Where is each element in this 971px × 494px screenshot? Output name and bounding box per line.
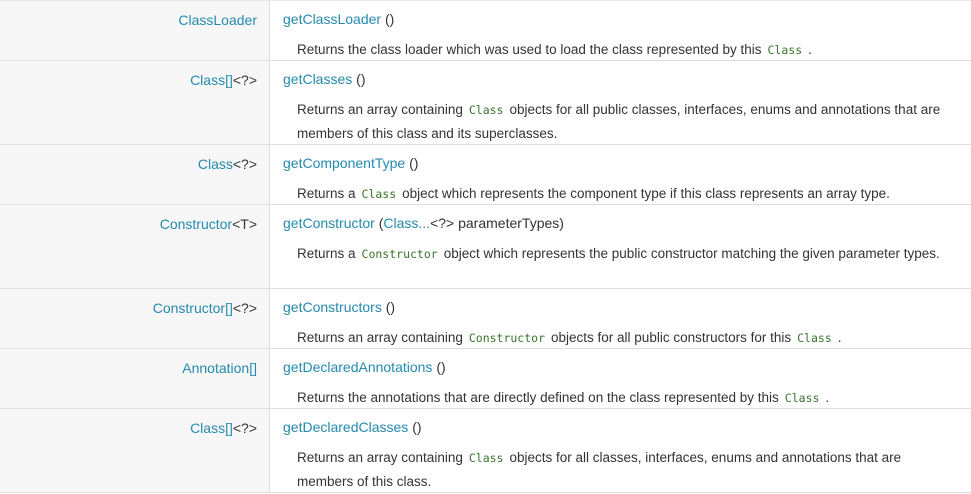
return-type-cell: Class<?> <box>0 145 270 204</box>
inline-code: Class <box>361 187 397 201</box>
method-signature: getComponentType () <box>283 155 959 171</box>
return-type-generic: <?> <box>232 72 257 88</box>
method-description: Returns an array containing Constructor ob… <box>297 326 959 350</box>
return-type-cell: Constructor<T> <box>0 205 270 288</box>
return-type-generic: <?> <box>232 156 257 172</box>
method-signature: getClasses () <box>283 71 959 87</box>
method-description: Returns a Constructor object which represe… <box>297 242 959 266</box>
description-text: Returns an array containing <box>297 102 463 117</box>
method-description: Returns the annotations that are directl… <box>297 386 959 410</box>
method-cell: getDeclaredClasses () Returns an array c… <box>270 409 971 492</box>
description-text: . <box>808 42 812 57</box>
method-link[interactable]: getConstructors <box>283 299 382 315</box>
method-cell: getDeclaredAnnotations () Returns the an… <box>270 349 971 408</box>
description-text: . <box>825 390 830 405</box>
method-link[interactable]: getClasses <box>283 71 352 87</box>
api-methods-table: ClassLoader getClassLoader () Returns th… <box>0 0 971 493</box>
inline-code: Constructor <box>361 247 438 261</box>
description-text: object which represents the component ty… <box>402 186 890 201</box>
return-type-cell: Annotation[] <box>0 349 270 408</box>
param-type-link[interactable]: Class... <box>383 215 430 231</box>
description-text: Returns an array containing <box>297 450 463 465</box>
method-params: () <box>356 71 366 87</box>
method-params: () <box>412 419 422 435</box>
method-link[interactable]: getClassLoader <box>283 11 381 27</box>
table-row: Constructor<T> getConstructor (Class...<… <box>0 205 971 289</box>
method-params: () <box>409 155 419 171</box>
description-text: . <box>837 330 842 345</box>
return-type-cell: ClassLoader <box>0 1 270 60</box>
method-params: () <box>385 299 396 315</box>
return-type-generic: <?> <box>232 300 257 316</box>
return-type-link[interactable]: Constructor[] <box>153 300 233 316</box>
description-text: Returns a <box>297 246 356 261</box>
inline-code: Class <box>468 103 504 117</box>
table-row: Constructor[]<?> getConstructors () Retu… <box>0 289 971 349</box>
return-type-cell: Class[]<?> <box>0 61 270 144</box>
inline-code: Class <box>784 391 820 405</box>
method-description: Returns an array containing Class objects … <box>297 446 959 494</box>
method-params: () <box>436 359 446 375</box>
table-row: Class<?> getComponentType () Returns a Cl… <box>0 145 971 205</box>
return-type-cell: Class[]<?> <box>0 409 270 492</box>
method-description: Returns the class loader which was used … <box>297 38 959 62</box>
method-params: () <box>384 11 395 27</box>
return-type-generic: <?> <box>232 420 257 436</box>
description-text: Returns the class loader which was used … <box>297 42 762 57</box>
method-signature: getConstructor (Class...<?> parameterTyp… <box>283 215 959 231</box>
description-text: Returns a <box>297 186 356 201</box>
method-signature: getDeclaredClasses () <box>283 419 959 435</box>
method-link[interactable]: getConstructor <box>283 215 375 231</box>
method-description: Returns a Class object which represents th… <box>297 182 959 206</box>
method-link[interactable]: getDeclaredClasses <box>283 419 408 435</box>
inline-code: Class <box>797 331 832 345</box>
description-text: Returns an array containing <box>297 330 463 345</box>
method-signature: getConstructors () <box>283 299 959 315</box>
return-type-link[interactable]: Annotation[] <box>182 360 257 376</box>
method-params-rest: <?> parameterTypes) <box>430 215 564 231</box>
return-type-cell: Constructor[]<?> <box>0 289 270 348</box>
table-row: Class[]<?> getDeclaredClasses () Returns… <box>0 409 971 493</box>
return-type-link[interactable]: Class[] <box>190 420 233 436</box>
description-text: Returns the annotations that are directl… <box>297 390 779 405</box>
table-row: Class[]<?> getClasses () Returns an arra… <box>0 61 971 145</box>
method-signature: getClassLoader () <box>283 11 959 27</box>
inline-code: Constructor <box>468 331 546 345</box>
table-row: ClassLoader getClassLoader () Returns th… <box>0 1 971 61</box>
method-cell: getConstructor (Class...<?> parameterTyp… <box>270 205 971 288</box>
return-type-generic: <T> <box>232 216 257 232</box>
method-cell: getClassLoader () Returns the class load… <box>270 1 971 60</box>
inline-code: Class <box>767 43 803 57</box>
method-link[interactable]: getDeclaredAnnotations <box>283 359 432 375</box>
description-text: objects for all public constructors for … <box>551 330 792 345</box>
method-link[interactable]: getComponentType <box>283 155 405 171</box>
inline-code: Class <box>468 451 504 465</box>
return-type-link[interactable]: Class <box>198 156 233 172</box>
return-type-link[interactable]: ClassLoader <box>178 12 257 28</box>
method-cell: getClasses () Returns an array containin… <box>270 61 971 144</box>
method-cell: getComponentType () Returns a Class object… <box>270 145 971 204</box>
method-cell: getConstructors () Returns an array cont… <box>270 289 971 348</box>
return-type-link[interactable]: Class[] <box>190 72 233 88</box>
description-text: object which represents the public const… <box>443 246 940 261</box>
table-row: Annotation[] getDeclaredAnnotations () R… <box>0 349 971 409</box>
method-signature: getDeclaredAnnotations () <box>283 359 959 375</box>
return-type-link[interactable]: Constructor <box>160 216 232 232</box>
method-description: Returns an array containing Class objects … <box>297 98 959 146</box>
